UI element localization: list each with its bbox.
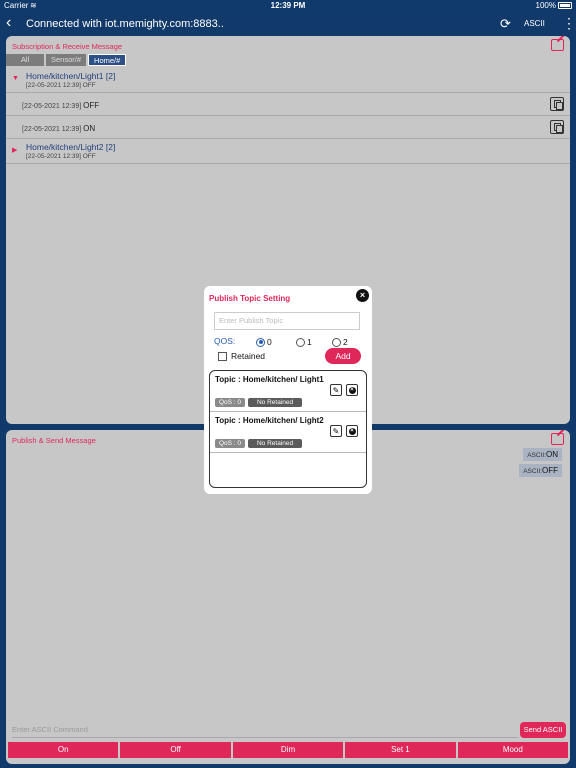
- battery-percent: 100%: [535, 1, 556, 10]
- edit-icon[interactable]: [551, 39, 564, 51]
- message-list: ▼ Home/kitchen/Light1 [2] [22-05-2021 12…: [6, 68, 570, 164]
- publish-topic-input[interactable]: Enter Publish Topic: [214, 312, 360, 330]
- copy-icon[interactable]: [550, 120, 564, 134]
- quick-actions: On Off Dim Set 1 Mood: [8, 742, 569, 758]
- clock: 12:39 PM: [270, 1, 306, 10]
- message-value: OFF: [83, 101, 100, 110]
- publish-topic-dialog: Publish Topic Setting × Enter Publish To…: [204, 286, 372, 494]
- sent-message: ASCII:ON: [523, 448, 562, 461]
- message-timestamp: [22-05-2021 12:39] ON: [22, 124, 96, 133]
- action-off-button[interactable]: Off: [120, 742, 231, 758]
- qos-label: QOS:: [214, 336, 236, 346]
- filter-home[interactable]: Home/#: [88, 54, 127, 66]
- delete-icon[interactable]: [346, 425, 358, 437]
- qos-radio-1[interactable]: 1: [296, 337, 312, 347]
- caret-right-icon: ▶: [12, 147, 18, 154]
- topic-group[interactable]: ▼ Home/kitchen/Light1 [2] [22-05-2021 12…: [6, 68, 570, 93]
- back-icon[interactable]: ‹: [6, 14, 11, 32]
- command-input[interactable]: Enter ASCII Command: [12, 722, 518, 738]
- retained-label: Retained: [231, 351, 266, 361]
- topic-name: Home/kitchen/Light2 [2]: [26, 142, 116, 152]
- edit-icon[interactable]: [551, 433, 564, 445]
- sent-message: ASCII:OFF: [519, 464, 562, 477]
- dialog-title: Publish Topic Setting: [209, 294, 291, 303]
- filter-all[interactable]: All: [6, 54, 44, 66]
- ascii-toggle[interactable]: ASCII: [524, 19, 545, 28]
- send-ascii-button[interactable]: Send ASCII: [520, 722, 566, 738]
- topic-name: Home/kitchen/Light1 [2]: [26, 71, 116, 81]
- topic-latest: [22-05-2021 12:39] OFF: [26, 153, 96, 160]
- publish-title: Publish & Send Message: [12, 436, 96, 445]
- list-item[interactable]: Topic : Home/kitchen/ Light1 QoS : 0 No …: [210, 371, 366, 412]
- list-item: [22-05-2021 12:39] ON: [6, 116, 570, 139]
- retained-checkbox[interactable]: Retained: [218, 351, 265, 361]
- topic-group[interactable]: ▶ Home/kitchen/Light2 [2] [22-05-2021 12…: [6, 139, 570, 164]
- delete-icon[interactable]: [346, 384, 358, 396]
- edit-icon[interactable]: ✎: [330, 425, 342, 437]
- battery-icon: [558, 2, 572, 9]
- topic-latest: [22-05-2021 12:39] OFF: [26, 82, 96, 89]
- sent-messages: ASCII:ON ASCII:OFF: [519, 448, 562, 477]
- publish-topic-list: Topic : Home/kitchen/ Light1 QoS : 0 No …: [209, 370, 367, 488]
- retained-badge: No Retained: [248, 439, 303, 448]
- list-item[interactable]: Topic : Home/kitchen/ Light2 QoS : 0 No …: [210, 412, 366, 453]
- subscription-title: Subscription & Receive Message: [12, 42, 123, 51]
- add-button[interactable]: Add: [325, 348, 361, 364]
- checkbox-icon: [218, 351, 227, 361]
- caret-down-icon: ▼: [12, 75, 19, 82]
- action-on-button[interactable]: On: [8, 742, 119, 758]
- close-icon[interactable]: ×: [356, 289, 369, 302]
- status-bar: Carrier ≋ 12:39 PM 100%: [0, 0, 576, 12]
- publish-topic-name: Topic : Home/kitchen/ Light2: [215, 416, 324, 425]
- qos-badge: QoS : 0: [215, 398, 246, 407]
- action-mood-button[interactable]: Mood: [457, 742, 569, 758]
- nav-bar: ‹ Connected with iot.memighty.com:8883..…: [0, 12, 576, 36]
- message-value: ON: [83, 124, 96, 133]
- publish-topic-name: Topic : Home/kitchen/ Light1: [215, 375, 324, 384]
- filter-tabs: All Sensor/# Home/#: [6, 54, 127, 66]
- edit-icon[interactable]: ✎: [330, 384, 342, 396]
- refresh-icon[interactable]: ⟳: [500, 16, 511, 32]
- action-set1-button[interactable]: Set 1: [345, 742, 456, 758]
- connection-title: Connected with iot.memighty.com:8883..: [26, 18, 224, 30]
- action-dim-button[interactable]: Dim: [232, 742, 344, 758]
- qos-radio-2[interactable]: 2: [332, 337, 348, 347]
- qos-selector: QOS: 0 1 2: [214, 336, 364, 348]
- qos-radio-0[interactable]: 0: [256, 337, 272, 347]
- qos-badge: QoS : 0: [215, 439, 246, 448]
- list-item: [22-05-2021 12:39] OFF: [6, 93, 570, 116]
- more-vertical-icon[interactable]: ⋮: [562, 15, 576, 32]
- retained-badge: No Retained: [248, 398, 303, 407]
- message-timestamp: [22-05-2021 12:39] OFF: [22, 101, 100, 110]
- copy-icon[interactable]: [550, 97, 564, 111]
- filter-sensor[interactable]: Sensor/#: [46, 54, 87, 66]
